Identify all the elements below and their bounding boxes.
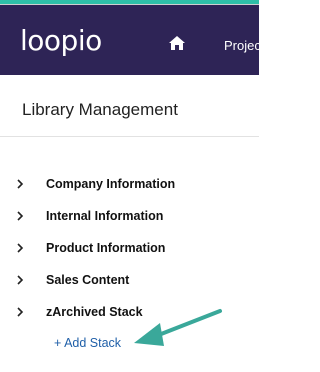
stack-item-label[interactable]: Internal Information xyxy=(46,208,163,224)
annotation-arrow-icon xyxy=(134,309,222,346)
stack-item-internal-information[interactable]: Internal Information xyxy=(0,206,259,230)
chevron-right-icon[interactable] xyxy=(15,178,25,190)
stack-item-company-information[interactable]: Company Information xyxy=(0,174,259,198)
add-stack-link[interactable]: + Add Stack xyxy=(54,335,121,351)
chevron-right-icon[interactable] xyxy=(15,306,25,318)
stack-item-label[interactable]: Product Information xyxy=(46,240,165,256)
page-header: Library Management xyxy=(0,75,259,137)
loopio-logo[interactable]: loopio xyxy=(20,25,102,57)
top-navbar: loopio Projec xyxy=(0,4,261,75)
stack-item-label[interactable]: Company Information xyxy=(46,176,175,192)
home-icon[interactable] xyxy=(169,36,185,50)
stack-item-product-information[interactable]: Product Information xyxy=(0,238,259,262)
stack-item-label[interactable]: Sales Content xyxy=(46,272,129,288)
chevron-right-icon[interactable] xyxy=(15,210,25,222)
chevron-right-icon[interactable] xyxy=(15,274,25,286)
nav-projects-link[interactable]: Projec xyxy=(224,38,261,54)
stack-item-label[interactable]: zArchived Stack xyxy=(46,304,143,320)
stack-item-sales-content[interactable]: Sales Content xyxy=(0,270,259,294)
chevron-right-icon[interactable] xyxy=(15,242,25,254)
page-title: Library Management xyxy=(22,100,178,119)
app-frame: loopio Projec Library Management Company… xyxy=(0,0,261,372)
